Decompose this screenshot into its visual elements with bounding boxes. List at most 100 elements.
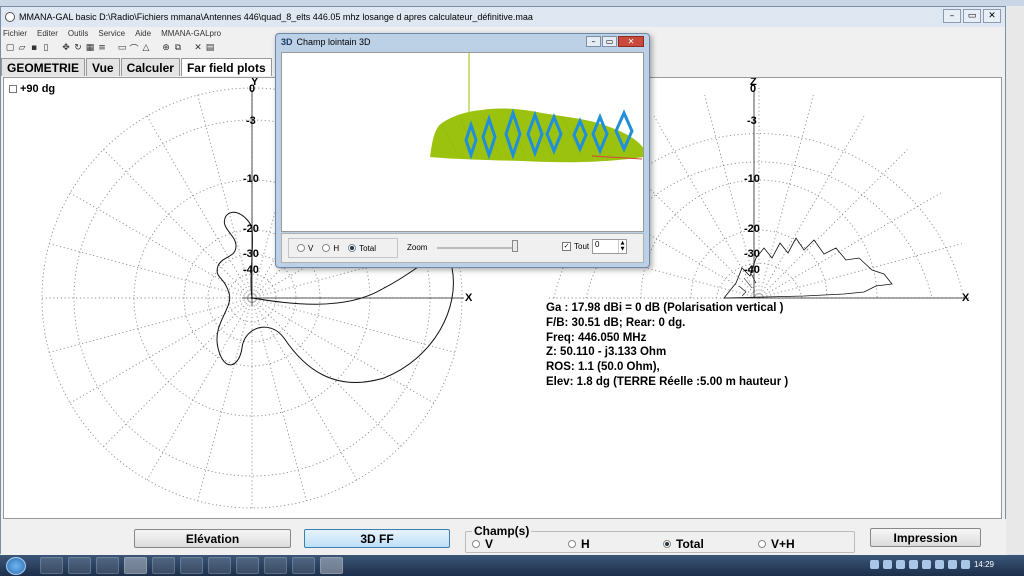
radio-vh[interactable]: V+H (758, 537, 795, 551)
checkbox-box[interactable] (9, 85, 17, 93)
dialog-close-button[interactable]: ✕ (618, 36, 644, 47)
3d-canvas[interactable] (281, 52, 644, 232)
window-title: MMANA-GAL basic D:\Radio\Fichiers mmana\… (19, 12, 533, 22)
zoom-label: Zoom (407, 243, 428, 252)
tray-icon-2[interactable] (883, 560, 892, 569)
taskbar: 14:29 (0, 555, 1024, 576)
db-label-left-0: 0 (249, 83, 256, 95)
rotate-icon[interactable]: ↻ (73, 43, 83, 53)
taskbar-app-3[interactable] (96, 557, 119, 574)
taskbar-app-2[interactable] (68, 557, 91, 574)
tab-calculer[interactable]: Calculer (120, 58, 180, 76)
tray-icon-5[interactable] (922, 560, 931, 569)
dialog-radio-v-label: V (308, 243, 314, 253)
menu-aide[interactable]: Aide (135, 29, 151, 38)
calc-icon[interactable]: ▤ (205, 43, 215, 53)
radio-vh-dot[interactable] (758, 540, 766, 548)
radio-h-dot[interactable] (568, 540, 576, 548)
zoom-slider-thumb[interactable] (512, 240, 518, 252)
tab-far-field-plots[interactable]: Far field plots (180, 58, 272, 76)
results-info: Ga : 17.98 dBi = 0 dB (Polarisation vert… (546, 301, 788, 390)
tray-icon-1[interactable] (870, 560, 879, 569)
tray-icon-3[interactable] (896, 560, 905, 569)
page-icon[interactable]: ▭ (117, 43, 127, 53)
taskbar-app-6[interactable] (180, 557, 203, 574)
taskbar-clock[interactable]: 14:29 (974, 560, 994, 569)
dialog-field-radios: V H Total (288, 238, 398, 258)
tray-icon-4[interactable] (909, 560, 918, 569)
plus90-checkbox[interactable]: +90 dg (9, 83, 55, 95)
table-icon[interactable]: ▦ (85, 43, 95, 53)
dialog-radio-h[interactable]: H (322, 244, 339, 253)
maximize-button[interactable]: ▭ (963, 9, 981, 23)
dialog-radio-total[interactable]: Total (348, 244, 376, 253)
tout-spinner[interactable]: 0 ▲ ▼ (592, 239, 627, 254)
triangle-icon[interactable]: △ (141, 43, 151, 53)
db-label-left-30: -30 (243, 248, 259, 260)
zoom-slider[interactable] (437, 247, 517, 249)
save-icon[interactable]: ▪ (29, 43, 39, 53)
radio-h[interactable]: H (568, 537, 590, 551)
tout-checkbox[interactable]: ✓ Tout (562, 242, 589, 251)
move-icon[interactable]: ✥ (61, 43, 71, 53)
taskbar-app-9[interactable] (264, 557, 287, 574)
fields-group: Champ(s) V H Total V+H (465, 524, 855, 553)
db-label-right-40: -40 (744, 264, 760, 276)
tout-checkbox-box[interactable]: ✓ (562, 242, 571, 251)
menu-mmana-galpro[interactable]: MMANA-GALpro (161, 29, 221, 38)
elements-icon[interactable]: ≡ (97, 43, 107, 53)
tab-geometrie[interactable]: GEOMETRIE (1, 58, 86, 76)
3d-ff-button[interactable]: 3D FF (304, 529, 450, 548)
radio-total[interactable]: Total (663, 537, 704, 551)
3d-pattern (430, 53, 643, 163)
taskbar-app-8[interactable] (236, 557, 259, 574)
tab-bar: GEOMETRIE Vue Calculer Far field plots (1, 58, 273, 76)
taskbar-app-7[interactable] (208, 557, 231, 574)
spinner-value: 0 (595, 240, 600, 249)
elevation-button[interactable]: Elévation (134, 529, 291, 548)
dialog-minimize-button[interactable]: – (586, 36, 601, 47)
open-icon[interactable]: ▱ (17, 43, 27, 53)
print-button[interactable]: Impression (870, 528, 981, 547)
taskbar-explorer[interactable] (40, 557, 63, 574)
menu-editer[interactable]: Editer (37, 29, 58, 38)
impedance-line: Z: 50.110 - j3.133 Ohm (546, 346, 667, 359)
dialog-radio-v[interactable]: V (297, 244, 313, 253)
dialog-radio-v-dot[interactable] (297, 244, 305, 252)
tray-icon-6[interactable] (935, 560, 944, 569)
tab-vue[interactable]: Vue (86, 58, 120, 76)
target-icon[interactable]: ⊕ (161, 43, 171, 53)
system-tray (870, 560, 970, 569)
tray-icon-8[interactable] (961, 560, 970, 569)
radio-h-label: H (581, 537, 590, 551)
curve-icon[interactable]: ⌒ (129, 43, 139, 55)
dialog-maximize-button[interactable]: ▭ (602, 36, 617, 47)
3d-dialog: 3D Champ lointain 3D – ▭ ✕ V H Total Zoo… (275, 33, 650, 268)
menu-outils[interactable]: Outils (68, 29, 88, 38)
spin-down-icon[interactable]: ▼ (621, 246, 625, 252)
tray-icon-7[interactable] (948, 560, 957, 569)
radio-v[interactable]: V (472, 537, 493, 551)
right-scrollbar[interactable] (1006, 6, 1024, 554)
radio-total-dot[interactable] (663, 540, 671, 548)
copy-icon[interactable]: ▯ (41, 43, 51, 53)
close-button[interactable]: ✕ (983, 9, 1001, 23)
copy2-icon[interactable]: ⧉ (173, 43, 183, 53)
taskbar-browser[interactable] (124, 557, 147, 574)
fb-line: F/B: 30.51 dB; Rear: 0 dg. (546, 316, 686, 329)
db-label-right-3: -3 (747, 115, 757, 127)
menu-fichier[interactable]: Fichier (3, 29, 27, 38)
minimize-button[interactable]: – (943, 9, 961, 23)
tools-icon[interactable]: ✕ (193, 43, 203, 53)
dialog-radio-h-dot[interactable] (322, 244, 331, 252)
taskbar-app-10[interactable] (292, 557, 315, 574)
plus90-label: +90 dg (20, 83, 56, 95)
taskbar-app-5[interactable] (152, 557, 175, 574)
taskbar-mmana[interactable] (320, 557, 343, 574)
db-label-right-20: -20 (744, 223, 760, 235)
radio-v-dot[interactable] (472, 540, 480, 548)
dialog-radio-total-dot[interactable] (348, 244, 357, 252)
start-button[interactable] (6, 556, 26, 575)
menu-service[interactable]: Service (98, 29, 125, 38)
new-icon[interactable]: ▢ (5, 43, 15, 53)
